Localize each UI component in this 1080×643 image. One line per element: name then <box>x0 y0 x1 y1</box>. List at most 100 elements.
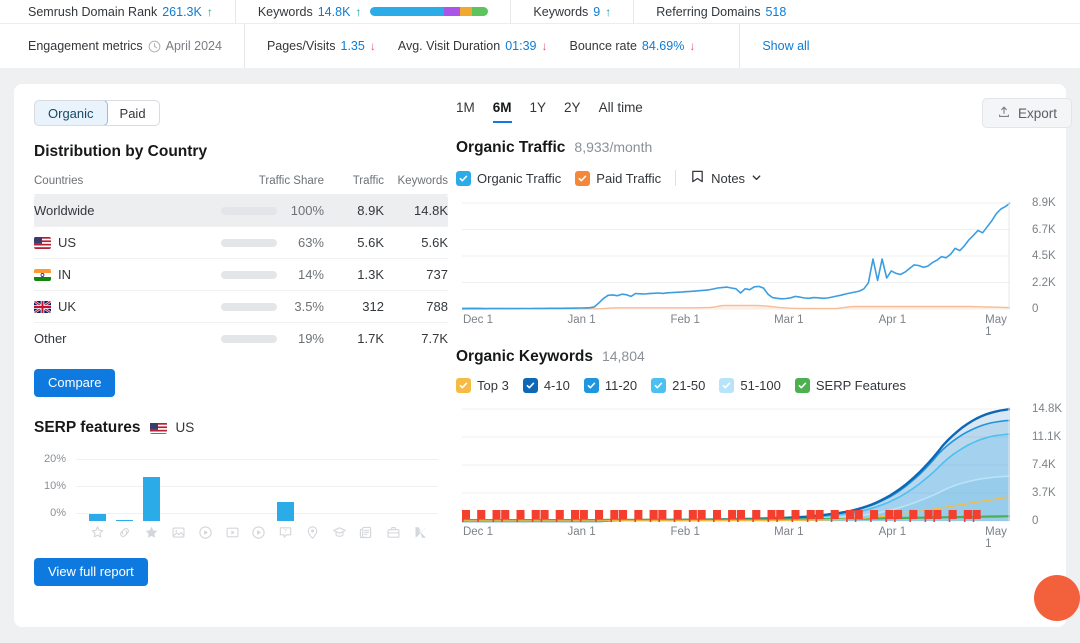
table-row[interactable]: IN14%1.3K737 <box>34 259 448 291</box>
legend-label: Organic Traffic <box>477 171 561 186</box>
export-label: Export <box>1018 106 1057 121</box>
legend-item-paid-traffic[interactable]: Paid Traffic <box>575 171 661 186</box>
organic-keywords-header: Organic Keywords 14,804 <box>456 348 1066 366</box>
range-tab-6m[interactable]: 6M <box>493 100 512 123</box>
country-name: US <box>58 235 76 250</box>
toggle-option-paid[interactable]: Paid <box>107 101 159 125</box>
range-tab-all-time[interactable]: All time <box>599 100 643 123</box>
legend-item-top-3[interactable]: Top 3 <box>456 378 509 393</box>
image-pack-icon[interactable] <box>165 525 192 540</box>
related-searches-icon[interactable] <box>353 525 380 540</box>
checkbox-serp-features[interactable] <box>795 378 810 393</box>
checkbox-11-20[interactable] <box>584 378 599 393</box>
arrow-down-icon: ↓ <box>370 40 376 52</box>
y-tick: 4.5K <box>1032 250 1056 262</box>
legend-item-11-20[interactable]: 11-20 <box>584 378 637 393</box>
serp-features-header: SERP features US <box>34 419 438 437</box>
checkbox-top-3[interactable] <box>456 378 471 393</box>
notes-dropdown[interactable]: Notes <box>690 169 762 187</box>
organic-traffic-y-axis: 02.2K4.5K6.7K8.9K <box>1026 199 1066 311</box>
cell-country: Worldwide <box>34 195 216 227</box>
metric-keywords-paid[interactable]: Keywords 9 ↑ <box>510 0 633 23</box>
cell-traffic-share: 100% <box>216 195 324 227</box>
metric-avg-visit-duration[interactable]: Avg. Visit Duration 01:39 ↓ <box>398 24 570 68</box>
flag-us-icon <box>150 422 167 434</box>
metric-pages-per-visit[interactable]: Pages/Visits 1.35 ↓ <box>244 24 398 68</box>
x-tick: May 1 <box>985 314 1007 338</box>
checkbox-4-10[interactable] <box>523 378 538 393</box>
country-name: UK <box>58 299 76 314</box>
export-icon <box>997 105 1011 122</box>
range-tab-1m[interactable]: 1M <box>456 100 475 123</box>
cell-traffic[interactable]: 1.3K <box>324 259 384 291</box>
gridline <box>76 459 438 460</box>
arrow-up-icon: ↑ <box>605 6 611 18</box>
reviews-icon[interactable] <box>138 525 165 540</box>
svg-text:?: ? <box>284 529 287 535</box>
organic-paid-toggle[interactable]: Organic Paid <box>34 100 160 126</box>
traffic-share-bar <box>221 207 277 215</box>
legend-item-organic-traffic[interactable]: Organic Traffic <box>456 171 561 186</box>
table-row[interactable]: US63%5.6K5.6K <box>34 227 448 259</box>
local-pack-icon[interactable] <box>299 525 326 540</box>
twitter-icon[interactable] <box>407 525 434 540</box>
video-carousel-icon[interactable] <box>219 525 246 540</box>
legend-item-51-100[interactable]: 51-100 <box>719 378 780 393</box>
metric-domain-rank[interactable]: Semrush Domain Rank 261.3K ↑ <box>28 0 235 23</box>
organic-traffic-title: Organic Traffic <box>456 139 565 157</box>
legend-item-serp-features[interactable]: SERP Features <box>795 378 906 393</box>
featured-video-icon[interactable] <box>246 525 273 540</box>
organic-keywords-chart[interactable]: 03.7K7.4K11.1K14.8K Dec 1Jan 1Feb 1Mar 1… <box>456 405 1066 542</box>
y-tick: 2.2K <box>1032 277 1056 289</box>
metric-referring-domains[interactable]: Referring Domains 518 <box>633 0 808 23</box>
col-header-traffic-share: Traffic Share <box>216 175 324 195</box>
view-full-report-button[interactable]: View full report <box>34 558 148 586</box>
cell-traffic[interactable]: 312 <box>324 291 384 323</box>
country-name: Worldwide <box>34 203 94 218</box>
metric-label: Avg. Visit Duration <box>398 39 500 53</box>
traffic-share-bar <box>221 335 277 343</box>
table-body: Worldwide100%8.9K14.8KUS63%5.6K5.6KIN14%… <box>34 195 448 355</box>
organic-keywords-plot <box>456 405 1016 523</box>
jobs-icon[interactable] <box>380 525 407 540</box>
metric-keywords-organic[interactable]: Keywords 14.8K ↑ <box>235 0 511 23</box>
legend-item-21-50[interactable]: 21-50 <box>651 378 705 393</box>
video-icon[interactable] <box>192 525 219 540</box>
sitelinks-icon[interactable] <box>111 525 138 540</box>
knowledge-panel-icon[interactable] <box>326 525 353 540</box>
compare-button[interactable]: Compare <box>34 369 115 397</box>
show-all-button[interactable]: Show all <box>739 24 809 68</box>
featured-snippet-icon[interactable] <box>84 525 111 540</box>
cell-traffic[interactable]: 5.6K <box>324 227 384 259</box>
range-tab-2y[interactable]: 2Y <box>564 100 581 123</box>
engagement-metrics-label: Engagement metrics <box>28 39 143 53</box>
y-tick: 6.7K <box>1032 224 1056 236</box>
col-header-traffic: Traffic <box>324 175 384 195</box>
clock-icon <box>148 40 161 53</box>
toggle-option-organic[interactable]: Organic <box>34 100 108 126</box>
support-chat-button[interactable] <box>1034 575 1080 621</box>
export-button[interactable]: Export <box>982 98 1072 128</box>
serp-bar-column <box>84 461 111 521</box>
serp-bar-column <box>299 461 326 521</box>
note-flag-icon <box>690 169 705 187</box>
checkbox-paid-traffic[interactable] <box>575 171 590 186</box>
organic-traffic-chart[interactable]: 02.2K4.5K6.7K8.9K Dec 1Jan 1Feb 1Mar 1Ap… <box>456 199 1066 330</box>
table-row[interactable]: Other19%1.7K7.7K <box>34 323 448 355</box>
people-also-ask-icon[interactable]: ? <box>272 525 299 540</box>
table-row[interactable]: Worldwide100%8.9K14.8K <box>34 195 448 227</box>
metric-bounce-rate[interactable]: Bounce rate 84.69% ↓ <box>570 24 718 68</box>
range-tab-1y[interactable]: 1Y <box>530 100 547 123</box>
time-range-tabs[interactable]: 1M 6M 1Y 2Y All time <box>456 100 1066 123</box>
serp-bar-column <box>407 461 434 521</box>
table-row[interactable]: UK3.5%312788 <box>34 291 448 323</box>
y-tick: 14.8K <box>1032 403 1062 415</box>
organic-keywords-title: Organic Keywords <box>456 348 593 366</box>
arrow-up-icon: ↑ <box>207 6 213 18</box>
cell-country: Other <box>34 323 216 355</box>
legend-item-4-10[interactable]: 4-10 <box>523 378 570 393</box>
checkbox-organic-traffic[interactable] <box>456 171 471 186</box>
checkbox-21-50[interactable] <box>651 378 666 393</box>
arrow-down-icon: ↓ <box>542 40 548 52</box>
checkbox-51-100[interactable] <box>719 378 734 393</box>
